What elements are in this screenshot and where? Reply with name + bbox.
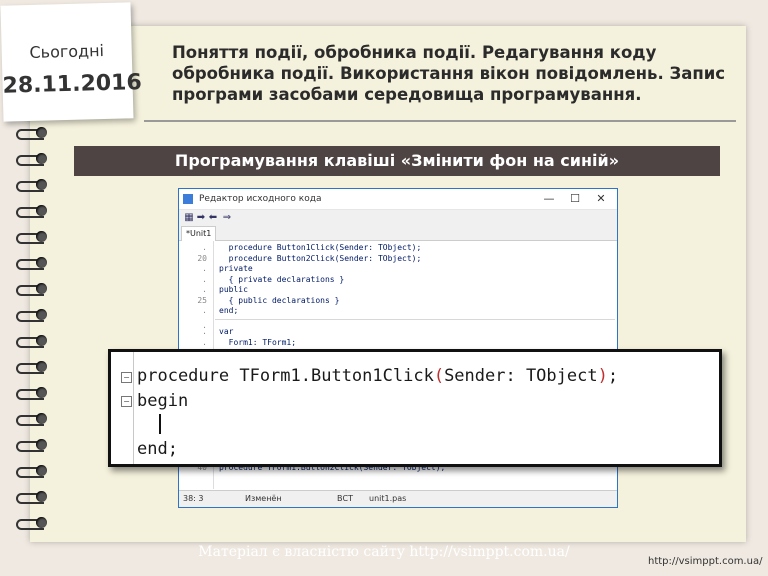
modified-status: Изменён	[245, 494, 282, 503]
forward-icon[interactable]: ➡	[195, 212, 207, 224]
end-line: end;	[137, 439, 178, 459]
code-row: . public	[202, 285, 248, 294]
zoomed-code-callout: − − procedure TForm1.Button1Click(Sender…	[108, 349, 722, 467]
app-icon	[183, 194, 193, 204]
spiral-binding	[14, 126, 54, 546]
code-row: 25 { public declarations }	[197, 295, 340, 305]
file-tabs: *Unit1	[179, 226, 617, 241]
date-note: Сьогодні 28.11.2016	[0, 2, 143, 122]
code-row: . procedure Button1Click(Sender: TObject…	[202, 243, 422, 252]
fold-icon[interactable]: −	[121, 372, 132, 383]
code-row: . end;	[202, 306, 239, 315]
grid-icon[interactable]: ▦	[183, 212, 195, 224]
minimize-button[interactable]: —	[537, 189, 561, 209]
cursor-position: 38: 3	[183, 494, 204, 503]
date-value: 28.11.2016	[2, 70, 143, 99]
editor-toolbar: ▦ ➡ ⬅ ⇒	[179, 210, 617, 226]
lesson-title: Поняття події, обробника події. Редагува…	[172, 43, 726, 104]
fold-icon[interactable]: −	[121, 396, 132, 407]
maximize-button[interactable]: ☐	[563, 189, 587, 209]
status-bar: 38: 3 Изменён ВСТ unit1.pas	[179, 490, 617, 507]
site-url[interactable]: http://vsimppt.com.ua/	[648, 556, 762, 567]
tab-unit1[interactable]: *Unit1	[181, 226, 217, 241]
text-cursor	[159, 414, 161, 434]
code-row: . Form1: TForm1;	[202, 337, 297, 347]
back-icon[interactable]: ⬅	[207, 212, 219, 224]
code-row: 20 procedure Button2Click(Sender: TObjec…	[197, 253, 422, 263]
window-title: Редактор исходного кода	[199, 194, 322, 204]
code-row: . { private declarations }	[202, 274, 345, 284]
today-label: Сьогодні	[29, 41, 105, 62]
procedure-line: procedure TForm1.Button1Click(Sender: TO…	[137, 366, 619, 386]
insert-mode: ВСТ	[337, 494, 353, 503]
section-banner: Програмування клавіші «Змінити фон на си…	[74, 146, 720, 176]
title-divider	[144, 120, 736, 122]
code-row: . private	[202, 264, 253, 273]
zoom-gutter	[121, 352, 134, 464]
jump-icon[interactable]: ⇒	[221, 212, 233, 224]
code-row: . var	[202, 327, 234, 336]
close-button[interactable]: ✕	[589, 189, 613, 209]
file-name: unit1.pas	[369, 494, 407, 503]
section-separator	[215, 319, 615, 320]
window-titlebar: Редактор исходного кода — ☐ ✕	[179, 189, 617, 210]
begin-line: begin	[137, 391, 189, 411]
